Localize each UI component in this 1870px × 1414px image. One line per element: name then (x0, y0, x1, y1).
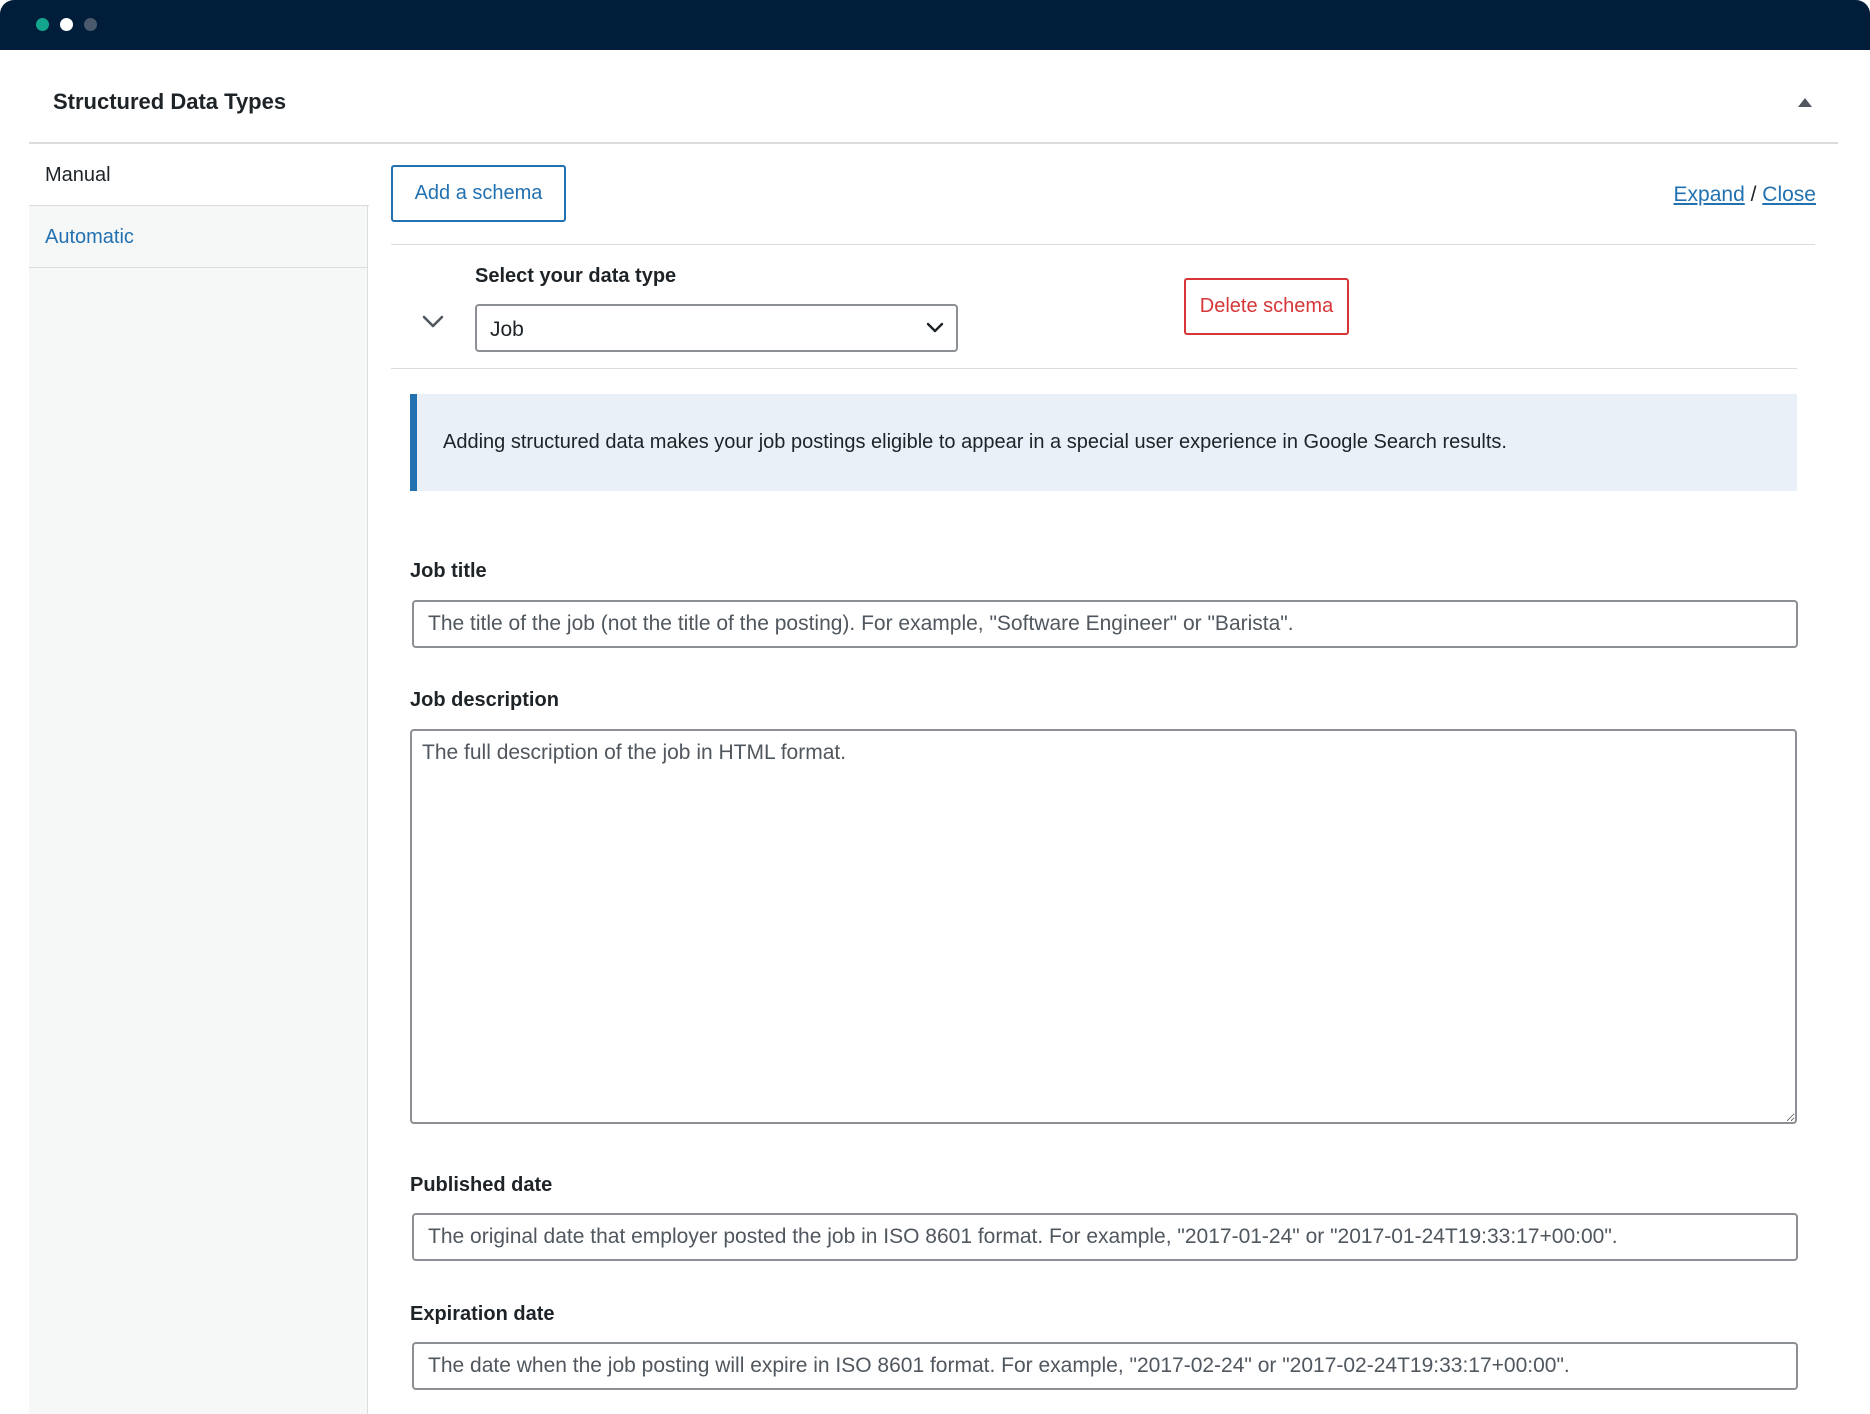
select-data-type-label: Select your data type (475, 265, 677, 287)
expiration-date-label: Expiration date (410, 1303, 555, 1325)
chevron-down-icon (926, 322, 944, 333)
job-description-textarea[interactable] (410, 729, 1797, 1124)
job-title-input[interactable] (412, 600, 1798, 648)
close-link[interactable]: Close (1762, 183, 1816, 206)
tab-automatic[interactable]: Automatic (29, 206, 368, 268)
tab-manual[interactable]: Manual (29, 144, 369, 206)
info-notice: Adding structured data makes your job po… (410, 394, 1797, 491)
selected-type-value: Job (490, 318, 524, 341)
expand-close-links: Expand / Close (1674, 183, 1816, 207)
close-dot[interactable] (36, 18, 49, 31)
chevron-down-icon[interactable] (422, 310, 444, 332)
job-title-label: Job title (410, 560, 487, 582)
sidebar: Manual Automatic (29, 144, 369, 1414)
published-date-input[interactable] (412, 1213, 1798, 1261)
maximize-dot[interactable] (84, 18, 97, 31)
add-schema-button[interactable]: Add a schema (391, 165, 566, 222)
divider (391, 368, 1797, 369)
notice-text: Adding structured data makes your job po… (443, 431, 1507, 453)
delete-schema-button[interactable]: Delete schema (1184, 278, 1349, 335)
published-date-label: Published date (410, 1174, 553, 1196)
panel-title: Structured Data Types (53, 89, 287, 114)
divider (391, 244, 1815, 245)
expiration-date-input[interactable] (412, 1342, 1798, 1390)
minimize-dot[interactable] (60, 18, 73, 31)
link-separator: / (1750, 183, 1757, 206)
collapse-arrow-icon[interactable] (1798, 98, 1812, 107)
data-type-select[interactable]: Job (475, 304, 958, 352)
window-titlebar (0, 0, 1870, 50)
panel-header[interactable]: Structured Data Types (29, 50, 1838, 144)
expand-link[interactable]: Expand (1674, 183, 1745, 206)
job-description-label: Job description (410, 689, 559, 711)
